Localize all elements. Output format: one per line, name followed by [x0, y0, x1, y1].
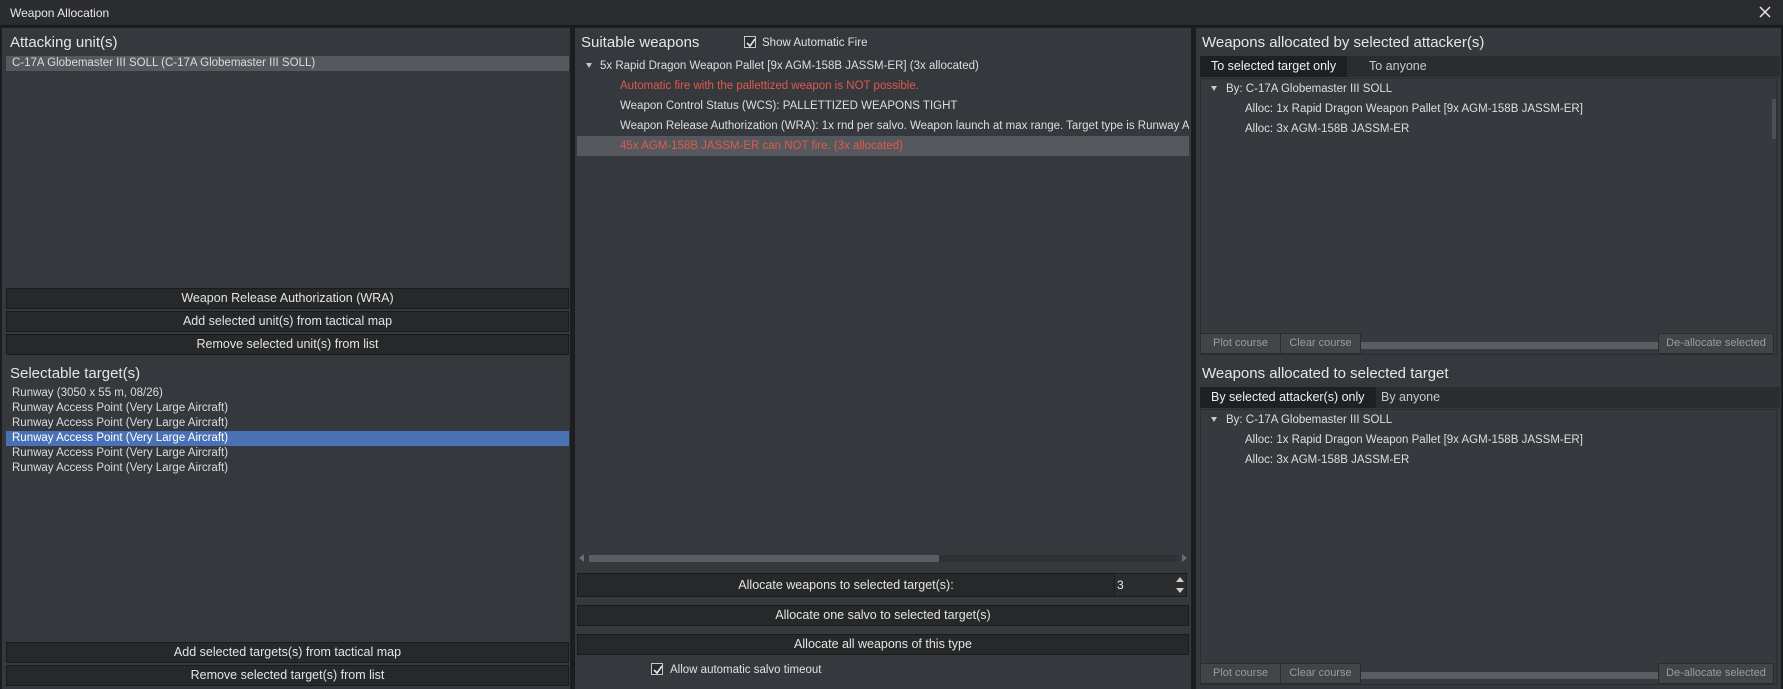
checkmark-icon	[746, 38, 756, 48]
list-item[interactable]: Runway Access Point (Very Large Aircraft…	[6, 461, 569, 476]
window-title: Weapon Allocation	[10, 6, 110, 20]
deallocate-button[interactable]: De-allocate selected	[1658, 333, 1774, 354]
attacker-allocations-tree: By: C-17A Globemaster III SOLL Alloc: 1x…	[1200, 78, 1777, 355]
scroll-thumb[interactable]	[589, 555, 939, 562]
list-item[interactable]: C-17A Globemaster III SOLL (C-17A Globem…	[6, 56, 569, 71]
allocation-item[interactable]: Alloc: 1x Rapid Dragon Weapon Pallet [9x…	[1201, 99, 1771, 119]
title-bar: Weapon Allocation	[0, 0, 1783, 26]
wcs-status: Weapon Control Status (WCS): PALLETTIZED…	[620, 100, 958, 112]
allocation-item[interactable]: Alloc: 3x AGM-158B JASSM-ER	[1201, 119, 1771, 139]
remove-targets-button[interactable]: Remove selected target(s) from list	[6, 665, 569, 686]
selectable-targets-heading: Selectable target(s)	[10, 365, 141, 382]
tab-by-anyone[interactable]: By anyone	[1370, 387, 1451, 408]
allocation-item[interactable]: Alloc: 3x AGM-158B JASSM-ER	[1201, 450, 1771, 470]
wra-button[interactable]: Weapon Release Authorization (WRA)	[6, 288, 569, 309]
checkmark-icon	[653, 665, 663, 675]
attacking-units-list: C-17A Globemaster III SOLL (C-17A Globem…	[6, 56, 569, 71]
weapon-root-label: 5x Rapid Dragon Weapon Pallet [9x AGM-15…	[600, 60, 979, 72]
tab-selected-target-only[interactable]: To selected target only	[1200, 56, 1348, 77]
attacker-tabs: To selected target only To anyone	[1200, 56, 1780, 77]
tab-to-anyone[interactable]: To anyone	[1358, 56, 1438, 77]
add-units-button[interactable]: Add selected unit(s) from tactical map	[6, 311, 569, 332]
allocate-salvo-button[interactable]: Allocate one salvo to selected target(s)	[577, 605, 1189, 626]
plot-course-button[interactable]: Plot course	[1200, 333, 1281, 354]
scroll-left-icon[interactable]	[579, 554, 584, 562]
plot-course-button[interactable]: Plot course	[1200, 663, 1281, 684]
expand-triangle-icon[interactable]	[586, 63, 592, 68]
list-item[interactable]: Runway (3050 x 55 m, 08/26)	[6, 386, 569, 401]
weapons-hscrollbar[interactable]	[577, 553, 1189, 563]
spin-down-icon[interactable]	[1176, 588, 1184, 593]
vertical-scrollbar[interactable]	[1772, 99, 1776, 139]
list-item-selected[interactable]: Runway Access Point (Very Large Aircraft…	[6, 431, 569, 446]
cannot-fire-status[interactable]: 45x AGM-158B JASSM-ER can NOT fire. (3x …	[577, 136, 1189, 156]
scroll-right-icon[interactable]	[1182, 554, 1187, 562]
deallocate-button[interactable]: De-allocate selected	[1658, 663, 1774, 684]
tab-selected-attackers-only[interactable]: By selected attacker(s) only	[1200, 387, 1376, 408]
allocate-quantity-input[interactable]	[1117, 575, 1177, 594]
list-item[interactable]: Runway Access Point (Very Large Aircraft…	[6, 416, 569, 431]
show-auto-fire-label: Show Automatic Fire	[762, 37, 868, 49]
allocate-all-button[interactable]: Allocate all weapons of this type	[577, 634, 1189, 655]
allocation-item[interactable]: Alloc: 1x Rapid Dragon Weapon Pallet [9x…	[1201, 430, 1771, 450]
allow-salvo-timeout-label: Allow automatic salvo timeout	[670, 664, 822, 676]
tree-root-node[interactable]: By: C-17A Globemaster III SOLL	[1201, 410, 1771, 430]
target-tabs: By selected attacker(s) only By anyone	[1200, 387, 1780, 408]
clear-course-button[interactable]: Clear course	[1280, 333, 1361, 354]
spin-up-icon[interactable]	[1176, 577, 1184, 582]
weapons-tree: 5x Rapid Dragon Weapon Pallet [9x AGM-15…	[577, 56, 1189, 156]
allow-salvo-timeout-checkbox[interactable]	[651, 663, 663, 675]
list-item[interactable]: Runway Access Point (Very Large Aircraft…	[6, 446, 569, 461]
list-item[interactable]: Runway Access Point (Very Large Aircraft…	[6, 401, 569, 416]
allocate-quantity-spinner[interactable]	[1114, 573, 1187, 597]
tree-root-node[interactable]: By: C-17A Globemaster III SOLL	[1201, 79, 1771, 99]
expand-triangle-icon[interactable]	[1211, 86, 1217, 91]
target-allocations-tree: By: C-17A Globemaster III SOLL Alloc: 1x…	[1200, 409, 1777, 685]
show-auto-fire-checkbox[interactable]	[744, 36, 756, 48]
suitable-weapons-heading: Suitable weapons	[581, 34, 700, 51]
close-icon[interactable]	[1755, 2, 1775, 22]
allocate-weapons-label: Allocate weapons to selected target(s):	[577, 573, 1115, 597]
tree-root-label: By: C-17A Globemaster III SOLL	[1226, 83, 1393, 95]
clear-course-button[interactable]: Clear course	[1280, 663, 1361, 684]
targets-list: Runway (3050 x 55 m, 08/26) Runway Acces…	[6, 386, 569, 476]
allocated-to-target-heading: Weapons allocated to selected target	[1202, 365, 1449, 382]
allocated-by-attacker-heading: Weapons allocated by selected attacker(s…	[1202, 34, 1485, 51]
add-targets-button[interactable]: Add selected targets(s) from tactical ma…	[6, 642, 569, 663]
auto-fire-warning: Automatic fire with the pallettized weap…	[620, 80, 919, 92]
tree-root-label: By: C-17A Globemaster III SOLL	[1226, 414, 1393, 426]
allocations-panel: Weapons allocated by selected attacker(s…	[1196, 28, 1781, 689]
wra-status: Weapon Release Authorization (WRA): 1x r…	[620, 120, 1189, 132]
attacker-target-panel: Attacking unit(s) C-17A Globemaster III …	[2, 28, 570, 689]
weapon-root-node[interactable]: 5x Rapid Dragon Weapon Pallet [9x AGM-15…	[577, 56, 1189, 76]
remove-units-button[interactable]: Remove selected unit(s) from list	[6, 334, 569, 355]
suitable-weapons-panel: Suitable weapons Show Automatic Fire 5x …	[575, 28, 1191, 689]
expand-triangle-icon[interactable]	[1211, 417, 1217, 422]
attacking-units-heading: Attacking unit(s)	[10, 34, 118, 51]
